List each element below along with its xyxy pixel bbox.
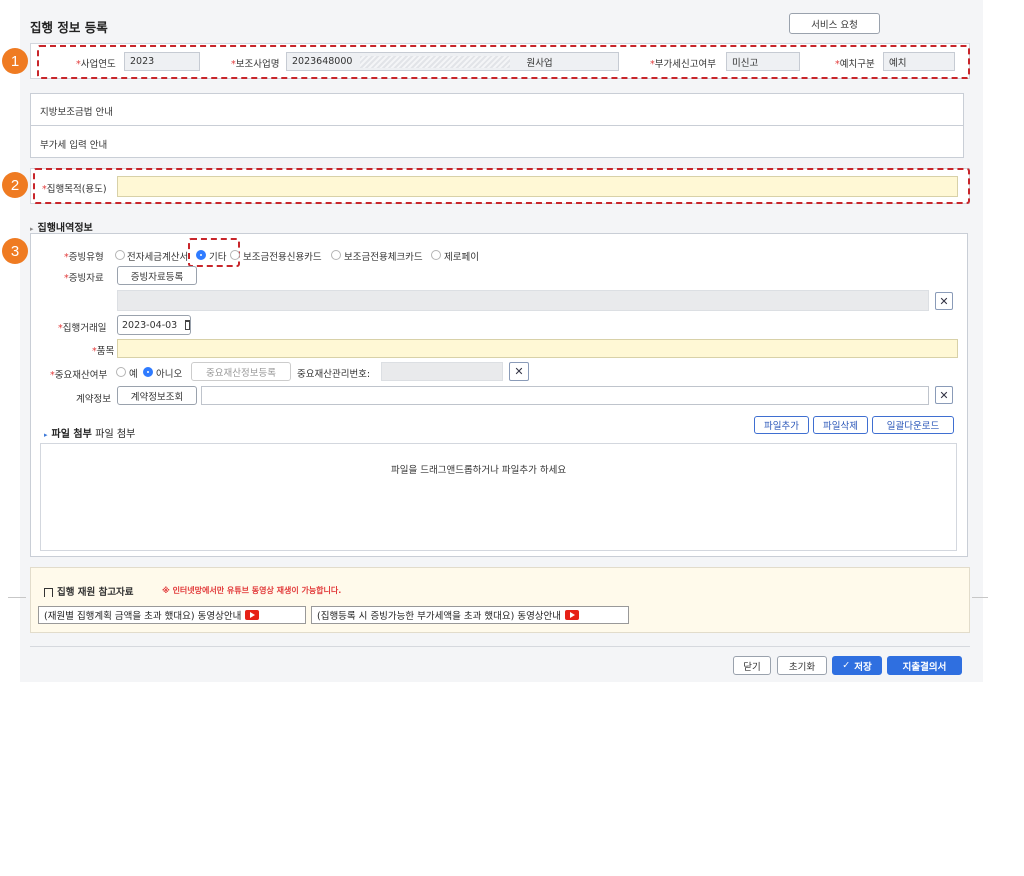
evidence-type-label: *증빙유형 [64,252,104,263]
year-label: *사업연도 [76,59,116,70]
expense-resolution-button[interactable]: 지출결의서 [887,656,962,675]
file-drop-zone[interactable] [40,443,957,551]
file-section-title: ▸ 파일 첨부 파일 첨부 [44,429,136,440]
evidence-radio-other[interactable] [196,250,206,260]
guide-law-link[interactable]: 지방보조금법 안내 [40,104,113,118]
major-asset-clear-button[interactable]: ✕ [509,362,529,381]
evidence-doc-label: *증빙자료 [64,273,104,284]
evidence-option-other: 기타 [209,252,227,263]
evidence-option-zeropay: 제로페이 [444,252,479,263]
file-add-button[interactable]: 파일추가 [754,416,809,434]
contract-clear-button[interactable]: ✕ [935,386,953,404]
major-radio-yes[interactable] [116,367,126,377]
calendar-icon [185,320,190,330]
evidence-option-check: 보조금전용체크카드 [344,252,423,263]
major-option-yes: 예 [129,369,138,380]
item-input[interactable] [117,339,958,358]
step-badge-3: 3 [2,238,28,264]
close-button[interactable]: 닫기 [733,656,771,675]
item-label: *품목 [92,346,115,357]
save-button[interactable]: ✓ 저장 [832,656,882,675]
vat-field: 미신고 [726,52,800,71]
reset-button[interactable]: 초기화 [777,656,827,675]
left-separator [8,597,26,598]
check-icon: ✓ [842,660,851,671]
service-request-button[interactable]: 서비스 요청 [789,13,880,34]
project-label: *보조사업명 [231,59,280,70]
youtube-icon [565,610,580,620]
evidence-radio-check[interactable] [331,250,341,260]
year-field: 2023 [124,52,200,71]
step-badge-1: 1 [2,48,28,74]
evidence-file-field [117,290,929,311]
reference-title: 집행 재원 참고자료 [44,584,134,598]
evidence-radio-etax[interactable] [115,250,125,260]
file-delete-button[interactable]: 파일삭제 [813,416,868,434]
project-field: 2023648000 원사업 [286,52,619,71]
detail-section-title: ▸ 집행내역정보 [30,223,93,234]
deposit-label: *예치구분 [835,59,875,70]
page-title: 집행 정보 등록 [30,20,108,35]
bookmark-icon [44,588,53,597]
evidence-clear-button[interactable]: ✕ [935,292,953,310]
major-asset-number-field [381,362,503,381]
project-value: 2023648000 [292,56,353,67]
vat-label: *부가세신고여부 [650,59,716,70]
evidence-option-credit: 보조금전용신용카드 [243,252,322,263]
date-value: 2023-04-03 [122,319,178,331]
evidence-radio-credit[interactable] [230,250,240,260]
footer-divider [30,646,970,647]
guide-vat-link[interactable]: 부가세 입력 안내 [40,137,107,151]
reference-notice: ※ 인터넷망에서만 유튜브 동영상 재생이 가능합니다. [162,586,342,595]
contract-label: 계약정보 [76,394,111,405]
date-label: *집행거래일 [58,323,107,334]
purpose-label: *집행목적(용도) [42,184,107,195]
step-badge-2: 2 [2,172,28,198]
project-suffix: 원사업 [526,57,553,69]
major-radio-no[interactable] [143,367,153,377]
file-drop-text: 파일을 드래그앤드롭하거나 파일추가 하세요 [391,465,567,476]
evidence-radio-zeropay[interactable] [431,250,441,260]
major-asset-register-button[interactable]: 중요재산정보등록 [191,362,291,381]
deposit-field: 예치 [883,52,955,71]
evidence-option-etax: 전자세금계산서 [127,252,189,263]
date-picker[interactable]: 2023-04-03 [117,315,191,335]
purpose-input[interactable] [117,176,958,197]
contract-lookup-button[interactable]: 계약정보조회 [117,386,197,405]
contract-field [201,386,929,405]
right-separator [972,597,988,598]
redacted-block [360,55,511,68]
youtube-icon [245,610,260,620]
major-option-no: 아니오 [156,369,183,380]
video-guide-button-1[interactable]: (재원별 집행계획 금액을 초과 했대요) 동영상안내 [38,606,306,624]
major-asset-label: *중요재산여부 [50,370,108,381]
evidence-register-button[interactable]: 증빙자료등록 [117,266,197,285]
file-download-all-button[interactable]: 일괄다운로드 [872,416,954,434]
video-guide-button-2[interactable]: (집행등록 시 증빙가능한 부가세액을 초과 했대요) 동영상안내 [311,606,629,624]
major-asset-number-label: 중요재산관리번호: [297,369,371,380]
guide-divider [30,125,964,126]
